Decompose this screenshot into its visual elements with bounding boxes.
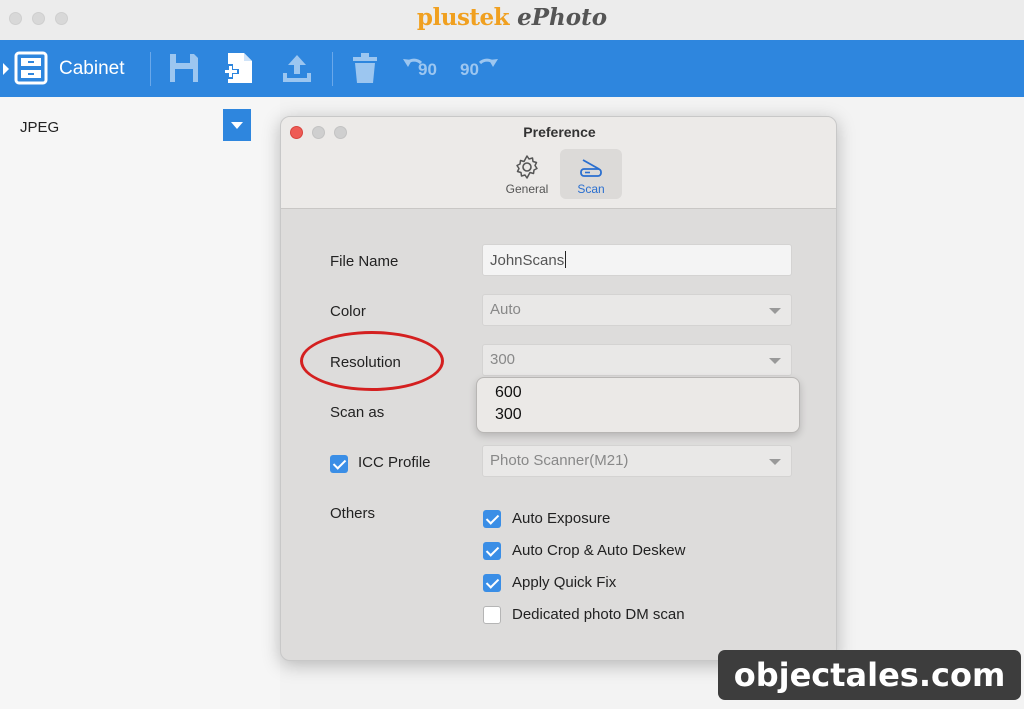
tab-scan[interactable]: Scan <box>560 149 622 199</box>
auto-exposure-checkbox[interactable] <box>483 510 501 528</box>
left-panel: JPEG <box>0 97 280 709</box>
resolution-select[interactable]: 300 <box>482 344 792 376</box>
auto-crop-deskew-label: Auto Crop & Auto Deskew <box>512 542 686 559</box>
tab-general[interactable]: General <box>496 149 558 199</box>
scan-as-label: Scan as <box>330 404 385 421</box>
icc-profile-value: Photo Scanner(M21) <box>490 452 629 469</box>
app-brand: plustek <box>416 4 510 31</box>
save-icon[interactable] <box>167 51 201 85</box>
trash-icon[interactable] <box>348 51 382 85</box>
watermark: objectales.com <box>718 650 1021 700</box>
main-toolbar: Cabinet 90 90 <box>0 40 1024 97</box>
file-name-value: JohnScans <box>490 252 565 269</box>
chevron-down-icon <box>769 459 781 465</box>
format-dropdown-button[interactable] <box>223 109 251 141</box>
color-value: Auto <box>490 301 521 318</box>
apply-quick-fix-checkbox[interactable] <box>483 574 501 592</box>
auto-exposure-label: Auto Exposure <box>512 510 611 527</box>
auto-crop-deskew-checkbox[interactable] <box>483 542 501 560</box>
apply-quick-fix-label: Apply Quick Fix <box>512 574 617 591</box>
preference-window: Preference General Scan File Name JohnSc… <box>280 116 837 661</box>
chevron-down-icon <box>769 308 781 314</box>
tab-general-label: General <box>505 182 549 196</box>
tab-scan-label: Scan <box>577 182 605 196</box>
app-name: ePhoto <box>517 4 608 31</box>
upload-icon[interactable] <box>280 51 314 85</box>
resolution-option-300[interactable]: 300 <box>495 406 522 424</box>
resolution-option-600[interactable]: 600 <box>495 384 522 402</box>
icc-profile-checkbox[interactable] <box>330 455 348 473</box>
text-cursor <box>565 251 567 268</box>
resolution-label: Resolution <box>330 354 401 371</box>
dedicated-photo-dm-scan-label: Dedicated photo DM scan <box>512 606 685 623</box>
chevron-down-icon <box>769 358 781 364</box>
preference-title: Preference <box>523 124 596 140</box>
icc-profile-label: ICC Profile <box>358 454 431 471</box>
color-select[interactable]: Auto <box>482 294 792 326</box>
resolution-value: 300 <box>490 351 516 368</box>
main-titlebar: plustek ePhoto <box>0 0 1024 40</box>
cabinet-label[interactable]: Cabinet <box>59 58 125 80</box>
toolbar-divider <box>150 52 151 86</box>
new-document-icon[interactable] <box>222 51 256 85</box>
toolbar-divider <box>332 52 333 86</box>
expand-arrow-icon[interactable] <box>3 63 9 75</box>
preference-header: Preference General Scan <box>281 117 836 209</box>
app-title: plustek ePhoto <box>0 4 1024 31</box>
color-label: Color <box>330 303 366 320</box>
file-name-input[interactable]: JohnScans <box>482 244 792 276</box>
scanner-icon <box>580 159 602 177</box>
format-value: JPEG <box>20 119 60 136</box>
dedicated-photo-dm-scan-checkbox[interactable] <box>483 606 501 624</box>
icc-profile-select[interactable]: Photo Scanner(M21) <box>482 445 792 477</box>
cabinet-icon[interactable] <box>14 51 48 85</box>
gear-icon <box>516 155 538 179</box>
others-label: Others <box>330 505 376 522</box>
file-name-label: File Name <box>330 253 399 270</box>
rotate-right-icon[interactable] <box>476 51 500 85</box>
resolution-dropdown-menu: 600 300 <box>476 377 800 433</box>
rotate-left-label[interactable]: 90 <box>418 60 437 80</box>
